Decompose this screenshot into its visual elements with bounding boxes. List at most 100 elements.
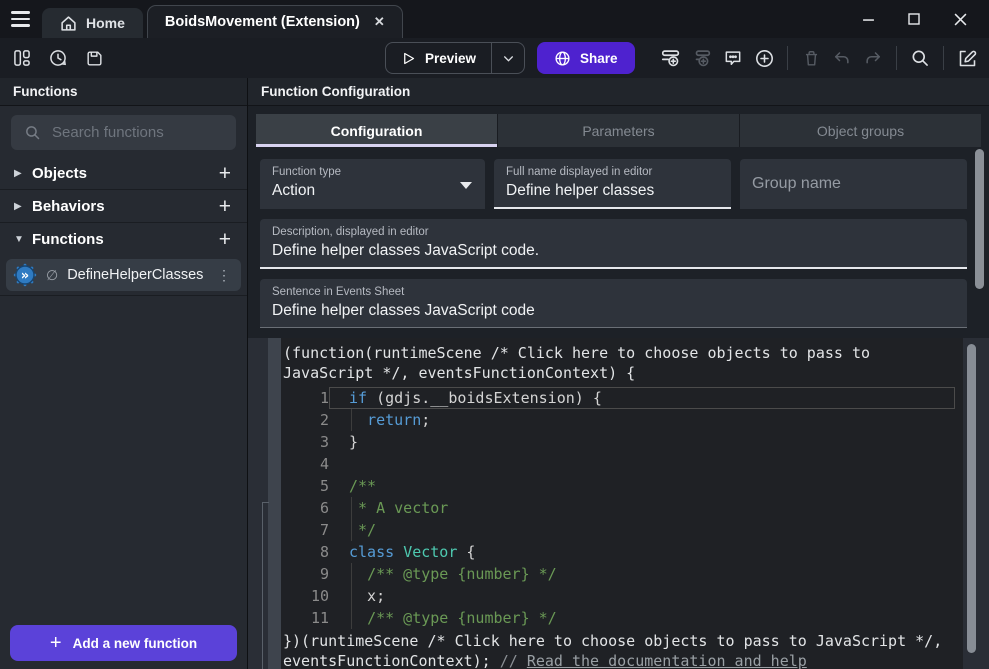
tab-label: Object groups bbox=[817, 123, 904, 139]
add-event-icon[interactable] bbox=[657, 44, 685, 72]
add-circle-icon[interactable] bbox=[750, 44, 778, 72]
code-line-content: /** @type {number} */ bbox=[329, 607, 955, 629]
titlebar: Home BoidsMovement (Extension) ✕ bbox=[0, 0, 989, 38]
trash-icon[interactable] bbox=[797, 44, 825, 72]
line-number: 11 bbox=[283, 607, 329, 629]
minimize-button[interactable] bbox=[845, 4, 891, 34]
code-line[interactable]: 3} bbox=[283, 431, 955, 453]
tab-extension-label: BoidsMovement (Extension) bbox=[165, 14, 360, 30]
indent-guide bbox=[351, 519, 352, 541]
preview-button[interactable]: Preview bbox=[386, 51, 491, 66]
sidebar-item-objects[interactable]: ▶ Objects + bbox=[0, 157, 247, 190]
sentence-input[interactable] bbox=[272, 302, 955, 320]
search-functions-box[interactable] bbox=[11, 115, 236, 150]
code-line[interactable]: 8class Vector { bbox=[283, 541, 955, 563]
add-function-plus-button[interactable]: + bbox=[213, 229, 237, 250]
indent-guide bbox=[351, 585, 352, 607]
code-line[interactable]: 9 /** @type {number} */ bbox=[283, 563, 955, 585]
function-type-select[interactable]: Function type Action bbox=[260, 159, 485, 209]
preview-label: Preview bbox=[425, 51, 476, 66]
main-header: Function Configuration bbox=[248, 78, 989, 106]
search-functions-input[interactable] bbox=[52, 124, 223, 141]
code-line[interactable]: 7 */ bbox=[283, 519, 955, 541]
add-subevent-icon[interactable] bbox=[688, 44, 716, 72]
code-line[interactable]: 11 /** @type {number} */ bbox=[283, 607, 955, 629]
svg-text:»: » bbox=[21, 269, 29, 284]
indent-guide bbox=[351, 563, 352, 585]
add-new-function-button[interactable]: + Add a new function bbox=[10, 625, 237, 661]
tab-configuration[interactable]: Configuration bbox=[256, 114, 498, 147]
group-name-field[interactable] bbox=[740, 159, 967, 209]
code-line-content: class Vector { bbox=[329, 541, 955, 563]
close-window-button[interactable] bbox=[937, 4, 983, 34]
undo-icon[interactable] bbox=[828, 44, 856, 72]
project-manager-icon[interactable] bbox=[8, 44, 36, 72]
code-line-content: } bbox=[329, 431, 955, 453]
javascript-code-event[interactable]: (function(runtimeScene /* Click here to … bbox=[283, 343, 955, 669]
tab-object-groups[interactable]: Object groups bbox=[740, 114, 981, 147]
documentation-link[interactable]: Read the documentation and help bbox=[527, 652, 807, 669]
code-header-line[interactable]: (function(runtimeScene /* Click here to … bbox=[283, 343, 955, 383]
code-footer-line[interactable]: })(runtimeScene /* Click here to choose … bbox=[283, 631, 955, 669]
add-new-function-label: Add a new function bbox=[73, 636, 198, 651]
code-line-content: * A vector bbox=[329, 497, 955, 519]
window-controls bbox=[845, 4, 989, 34]
tab-home[interactable]: Home bbox=[42, 8, 143, 38]
config-scrollbar[interactable] bbox=[975, 149, 984, 289]
toolbar-right-group bbox=[657, 44, 989, 72]
code-editor[interactable]: 1if (gdjs.__boidsExtension) {2 return;3}… bbox=[283, 387, 955, 629]
group-name-input[interactable] bbox=[752, 175, 955, 193]
code-line[interactable]: 4 bbox=[283, 453, 955, 475]
add-object-button[interactable]: + bbox=[213, 163, 237, 184]
line-number: 2 bbox=[283, 409, 329, 431]
description-input[interactable] bbox=[272, 242, 955, 260]
share-label: Share bbox=[580, 51, 618, 66]
event-drag-handle[interactable] bbox=[268, 338, 281, 669]
code-line-content bbox=[329, 453, 955, 475]
full-name-field[interactable]: Full name displayed in editor bbox=[494, 159, 731, 209]
preview-dropdown-button[interactable] bbox=[492, 52, 524, 65]
toolbar-left-group bbox=[0, 44, 108, 72]
add-behavior-button[interactable]: + bbox=[213, 196, 237, 217]
tab-home-label: Home bbox=[86, 15, 125, 31]
comment-icon[interactable] bbox=[719, 44, 747, 72]
event-indent-guide bbox=[262, 502, 269, 669]
sentence-label: Sentence in Events Sheet bbox=[272, 286, 955, 298]
code-line[interactable]: 1if (gdjs.__boidsExtension) { bbox=[283, 387, 955, 409]
sidebar-item-behaviors[interactable]: ▶ Behaviors + bbox=[0, 190, 247, 223]
configuration-form: Function type Action Full name displayed… bbox=[248, 147, 989, 336]
hamburger-menu-icon[interactable] bbox=[0, 0, 40, 38]
tab-extension[interactable]: BoidsMovement (Extension) ✕ bbox=[147, 5, 403, 38]
item-menu-icon[interactable]: ⋮ bbox=[217, 267, 231, 284]
functions-sidebar: Functions ▶ Objects + ▶ Behaviors + ▼ Fu… bbox=[0, 78, 248, 669]
line-number: 3 bbox=[283, 431, 329, 453]
redo-icon[interactable] bbox=[859, 44, 887, 72]
code-line[interactable]: 10 x; bbox=[283, 585, 955, 607]
full-name-input[interactable] bbox=[506, 182, 719, 200]
toolbar-center-group: Preview Share bbox=[385, 42, 635, 74]
indent-guide bbox=[351, 409, 352, 431]
code-line-content: /** @type {number} */ bbox=[329, 563, 955, 585]
home-icon bbox=[60, 15, 77, 32]
toolbar-divider bbox=[787, 46, 788, 70]
description-field[interactable]: Description, displayed in editor bbox=[260, 219, 967, 269]
share-button[interactable]: Share bbox=[537, 42, 635, 74]
save-icon[interactable] bbox=[80, 44, 108, 72]
function-item-definehelperclasses[interactable]: » ∅ DefineHelperClasses ⋮ bbox=[6, 259, 241, 291]
globe-icon bbox=[554, 50, 571, 67]
edit-scene-icon[interactable] bbox=[953, 44, 981, 72]
tab-parameters[interactable]: Parameters bbox=[498, 114, 740, 147]
code-line[interactable]: 5/** bbox=[283, 475, 955, 497]
code-line[interactable]: 2 return; bbox=[283, 409, 955, 431]
code-line[interactable]: 6 * A vector bbox=[283, 497, 955, 519]
close-tab-icon[interactable]: ✕ bbox=[374, 14, 385, 30]
code-line-content: /** bbox=[329, 475, 955, 497]
code-line-content: x; bbox=[329, 585, 955, 607]
search-icon[interactable] bbox=[906, 44, 934, 72]
sidebar-item-functions[interactable]: ▼ Functions + bbox=[0, 223, 247, 256]
sentence-field[interactable]: Sentence in Events Sheet bbox=[260, 279, 967, 328]
events-scrollbar[interactable] bbox=[967, 344, 976, 653]
history-icon[interactable] bbox=[44, 44, 72, 72]
maximize-button[interactable] bbox=[891, 4, 937, 34]
chevron-right-icon: ▶ bbox=[14, 201, 32, 212]
